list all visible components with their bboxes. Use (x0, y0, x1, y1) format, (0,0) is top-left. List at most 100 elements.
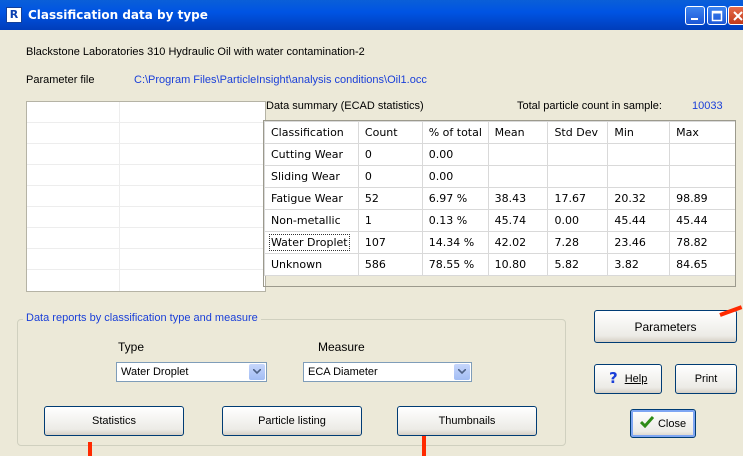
divider (27, 122, 265, 123)
table-cell: Sliding Wear (264, 165, 359, 188)
table-cell: Cutting Wear (264, 143, 359, 166)
table-cell: 45.44 (669, 209, 736, 232)
table-cell: 7.28 (547, 231, 609, 254)
table-cell (669, 165, 736, 188)
help-icon: ? (609, 369, 621, 388)
data-summary-title: Data summary (ECAD statistics) (266, 100, 424, 112)
table-cell (607, 165, 671, 188)
table-cell: 84.65 (669, 253, 736, 276)
reports-group-title: Data reports by classification type and … (23, 312, 261, 324)
column-header: Std Dev (547, 121, 609, 144)
table-header-row: Classification Count % of total Mean Std… (264, 121, 736, 144)
table-cell (547, 165, 609, 188)
divider (27, 164, 265, 165)
total-count-label: Total particle count in sample: (517, 100, 662, 112)
divider (119, 102, 120, 291)
table-row-selected[interactable]: Water Droplet 107 14.34 % 42.02 7.28 23.… (264, 231, 736, 254)
close-button-label: Close (657, 417, 687, 430)
window-title: Classification data by type (28, 8, 208, 22)
table-row[interactable]: Non-metallic 1 0.13 % 45.74 0.00 45.44 4… (264, 209, 736, 232)
type-label: Type (118, 340, 145, 354)
minimize-button[interactable] (685, 6, 705, 25)
table-cell: 45.44 (607, 209, 671, 232)
divider (27, 143, 265, 144)
classification-window: R Classification data by type Blackstone… (0, 0, 743, 456)
checkmark-icon (639, 416, 655, 431)
focused-cell-text: Water Droplet (269, 234, 350, 251)
parameters-button[interactable]: Parameters (594, 310, 737, 343)
table-cell: 0 (357, 165, 423, 188)
chevron-down-icon[interactable] (454, 364, 470, 380)
table-cell: 78.55 % (421, 253, 489, 276)
close-window-button[interactable] (728, 6, 743, 25)
sample-description: Blackstone Laboratories 310 Hydraulic Oi… (26, 46, 365, 58)
table-cell: 23.46 (607, 231, 671, 254)
measure-label: Measure (318, 340, 365, 354)
column-header: Min (607, 121, 671, 144)
table-cell (487, 143, 549, 166)
table-cell: Unknown (264, 253, 359, 276)
minimize-icon (691, 18, 698, 20)
table-cell: 20.32 (607, 187, 671, 210)
parameter-file-path: C:\Program Files\ParticleInsight\analysi… (134, 74, 427, 86)
table-cell (487, 165, 549, 188)
table-cell: 0.00 (421, 165, 489, 188)
table-cell: 52 (357, 187, 423, 210)
table-cell: 17.67 (547, 187, 609, 210)
type-select[interactable]: Water Droplet (116, 362, 267, 382)
table-row[interactable]: Fatigue Wear 52 6.97 % 38.43 17.67 20.32… (264, 187, 736, 210)
table-cell: 0.00 (421, 143, 489, 166)
annotation-marker (88, 442, 92, 456)
table-cell: 10.80 (487, 253, 549, 276)
summary-table: Classification Count % of total Mean Std… (264, 121, 736, 276)
table-cell: 14.34 % (421, 231, 489, 254)
table-row[interactable]: Sliding Wear 0 0.00 (264, 165, 736, 188)
table-cell: Water Droplet (264, 231, 359, 254)
table-cell: 107 (357, 231, 423, 254)
divider (27, 206, 265, 207)
help-button[interactable]: ? Help (594, 364, 662, 394)
table-cell: Non-metallic (264, 209, 359, 232)
table-cell (547, 143, 609, 166)
table-cell: 38.43 (487, 187, 549, 210)
close-button[interactable]: Close (630, 409, 696, 438)
particle-listing-button[interactable]: Particle listing (222, 406, 362, 436)
measure-select-value: ECA Diameter (308, 366, 378, 378)
column-header: Mean (487, 121, 549, 144)
divider (27, 269, 265, 270)
table-cell: Fatigue Wear (264, 187, 359, 210)
table-cell: 78.82 (669, 231, 736, 254)
statistics-button[interactable]: Statistics (44, 406, 184, 436)
chevron-down-icon[interactable] (249, 364, 265, 380)
help-button-label: Help (624, 373, 648, 385)
table-cell (607, 143, 671, 166)
table-cell: 45.74 (487, 209, 549, 232)
table-row[interactable]: Unknown 586 78.55 % 10.80 5.82 3.82 84.6… (264, 253, 736, 276)
divider (27, 185, 265, 186)
table-cell: 0 (357, 143, 423, 166)
table-cell: 98.89 (669, 187, 736, 210)
column-header: Max (669, 121, 736, 144)
classification-list-panel[interactable] (26, 101, 266, 292)
divider (27, 227, 265, 228)
total-count-value: 10033 (692, 100, 723, 112)
print-button[interactable]: Print (675, 364, 737, 394)
maximize-icon (711, 10, 723, 22)
table-cell: 0.00 (547, 209, 609, 232)
close-icon (733, 11, 743, 21)
table-row[interactable]: Cutting Wear 0 0.00 (264, 143, 736, 166)
table-cell: 5.82 (547, 253, 609, 276)
table-cell: 586 (357, 253, 423, 276)
svg-text:?: ? (609, 370, 618, 385)
table-cell: 1 (357, 209, 423, 232)
table-cell: 3.82 (607, 253, 671, 276)
annotation-marker (422, 436, 426, 456)
thumbnails-button[interactable]: Thumbnails (397, 406, 537, 436)
table-cell: 42.02 (487, 231, 549, 254)
measure-select[interactable]: ECA Diameter (303, 362, 472, 382)
column-header: Classification (264, 121, 359, 144)
title-bar[interactable]: R Classification data by type (0, 0, 743, 30)
app-icon: R (6, 7, 22, 23)
parameter-file-label: Parameter file (26, 74, 95, 86)
maximize-button[interactable] (707, 6, 727, 25)
